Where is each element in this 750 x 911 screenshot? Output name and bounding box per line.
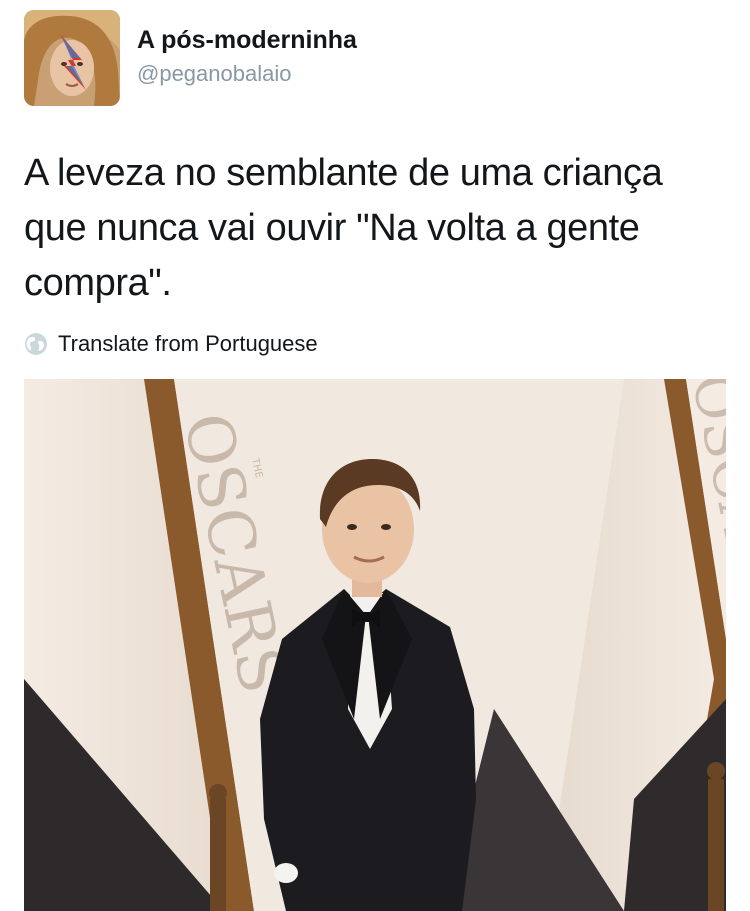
author-avatar[interactable] [24,10,120,106]
author-display-name[interactable]: A pós-moderninha [137,26,357,55]
avatar-photo [24,10,120,106]
author-handle[interactable]: @peganobalaio [137,61,291,87]
translate-button[interactable]: Translate from Portuguese [24,330,318,358]
red-carpet-photo: OSCARS THE OSCARS [24,379,726,911]
tweet-photo[interactable]: OSCARS THE OSCARS [24,379,726,911]
tweet-text: A leveza no semblante de uma criança que… [24,152,663,304]
tweet: A pós-moderninha @peganobalaio A leveza … [0,0,750,911]
globe-icon [25,333,47,355]
translate-label: Translate from Portuguese [58,331,318,356]
